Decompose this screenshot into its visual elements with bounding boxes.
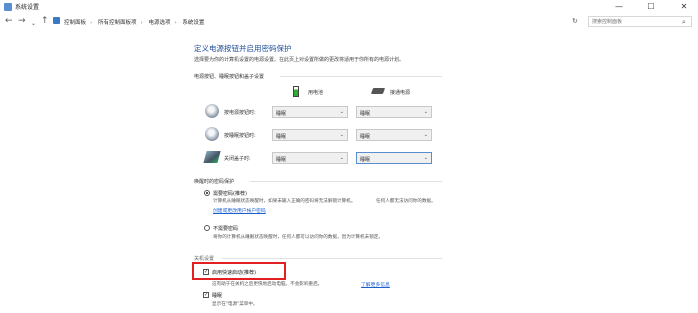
title-bar: 系统设置 — ☐ ✕ [0, 0, 698, 14]
col-plugged-label: 接通电源 [390, 90, 411, 96]
back-arrow-icon[interactable]: ← [5, 16, 13, 27]
select-value: 睡眠 [360, 134, 371, 140]
row-label-power: 按电源按钮时: [224, 110, 256, 116]
chevron-down-icon: ⌄ [423, 132, 428, 138]
require-password-radio[interactable] [204, 190, 210, 196]
lid-battery-select[interactable]: 睡眠 ⌄ [272, 152, 348, 164]
lid-plugged-select[interactable]: 睡眠 ⌄ [356, 152, 432, 164]
control-panel-icon [4, 3, 12, 11]
shutdown-section-label: 关机设置 [194, 256, 215, 262]
buttons-section-label: 电源按钮、睡眠按钮和盖子设置 [194, 74, 265, 80]
page-description: 选择要为你的计算机设置的电源设置。在此页上对设置所做的更改将适用于你所有的电源计… [194, 57, 405, 63]
breadcrumb: 控制面板 › 所有控制面板项 › 电源选项 › 系统设置 [64, 18, 208, 26]
breadcrumb-system-settings[interactable]: 系统设置 [182, 20, 204, 26]
no-password-desc: 将你的计算机从睡眠状态唤醒时，任何人都可以访问你的数据，因为计算机未锁定。 [213, 235, 383, 240]
chevron-down-icon: ⌄ [339, 155, 344, 161]
minimize-button[interactable]: — [608, 0, 630, 14]
select-value: 睡眠 [276, 134, 287, 140]
sleep-button-icon [205, 127, 219, 141]
refresh-icon[interactable]: ↻ [572, 17, 578, 25]
recent-dropdown-icon[interactable]: ⌄ [31, 18, 36, 29]
power-button-icon [205, 104, 219, 118]
window-title: 系统设置 [15, 4, 40, 11]
no-password-radio[interactable] [204, 225, 210, 231]
select-value: 睡眠 [276, 111, 287, 117]
select-value: 睡眠 [276, 157, 287, 163]
breadcrumb-all-items[interactable]: 所有控制面板项 [98, 20, 137, 26]
require-password-title: 需要密码(推荐) [213, 191, 247, 197]
forward-arrow-icon[interactable]: → [18, 16, 26, 27]
page-title: 定义电源按钮并启用密码保护 [194, 44, 292, 53]
sleep-title: 睡眠 [212, 293, 223, 299]
learn-more-link[interactable]: 了解更多信息 [361, 281, 390, 288]
close-button[interactable]: ✕ [673, 0, 695, 14]
up-arrow-icon[interactable]: ↑ [41, 16, 49, 27]
section-divider [280, 76, 442, 77]
folder-icon [53, 17, 60, 24]
breadcrumb-separator: › [174, 20, 177, 26]
chevron-down-icon: ⌄ [423, 109, 428, 115]
no-password-title: 不需要密码 [213, 226, 239, 232]
highlight-annotation [192, 262, 286, 280]
sleep-plugged-select[interactable]: 睡眠 ⌄ [356, 129, 432, 141]
breadcrumb-separator: › [90, 20, 93, 26]
breadcrumb-control-panel[interactable]: 控制面板 [64, 20, 86, 26]
chevron-down-icon: ⌄ [423, 155, 428, 161]
require-password-desc-1: 计算机从睡眠状态唤醒时，如果未输入正确的密码将无法解锁计算机。 [213, 199, 356, 204]
wake-section-label: 唤醒时的密码保护 [194, 179, 235, 185]
laptop-lid-icon [203, 151, 221, 163]
search-icon: ⌕ [682, 18, 686, 26]
plug-icon [370, 88, 386, 94]
section-divider [250, 181, 442, 182]
search-input[interactable] [588, 16, 692, 27]
require-password-desc-2: 任何人都无法访问你的数据。 [376, 199, 436, 204]
breadcrumb-power-options[interactable]: 电源选项 [148, 20, 170, 26]
select-value: 睡眠 [360, 111, 371, 117]
section-divider [222, 258, 442, 259]
row-label-lid: 关闭盖子时: [224, 156, 251, 162]
breadcrumb-separator: › [140, 20, 143, 26]
col-battery-label: 用电池 [308, 90, 324, 96]
chevron-down-icon: ⌄ [339, 109, 344, 115]
row-label-sleep: 按睡眠按钮时: [224, 133, 256, 139]
sleep-checkbox[interactable]: ✓ [203, 292, 209, 298]
chevron-down-icon: ⌄ [339, 132, 344, 138]
power-battery-select[interactable]: 睡眠 ⌄ [272, 106, 348, 118]
select-value: 睡眠 [360, 157, 371, 163]
address-bar: ← → ⌄ ↑ 控制面板› 所有控制面板项› 电源选项› 系统设置 ↻ ⌕ [0, 14, 698, 30]
fast-startup-desc: 这有助于在关机之后更快地启动电脑。不会影响重启。 [212, 282, 323, 287]
sleep-desc: 显示在"电源"菜单中。 [212, 302, 258, 307]
change-password-link[interactable]: 创建或更改用户帐户密码 [213, 207, 266, 214]
sleep-battery-select[interactable]: 睡眠 ⌄ [272, 129, 348, 141]
maximize-button[interactable]: ☐ [640, 0, 662, 14]
power-plugged-select[interactable]: 睡眠 ⌄ [356, 106, 432, 118]
battery-icon [293, 86, 299, 97]
